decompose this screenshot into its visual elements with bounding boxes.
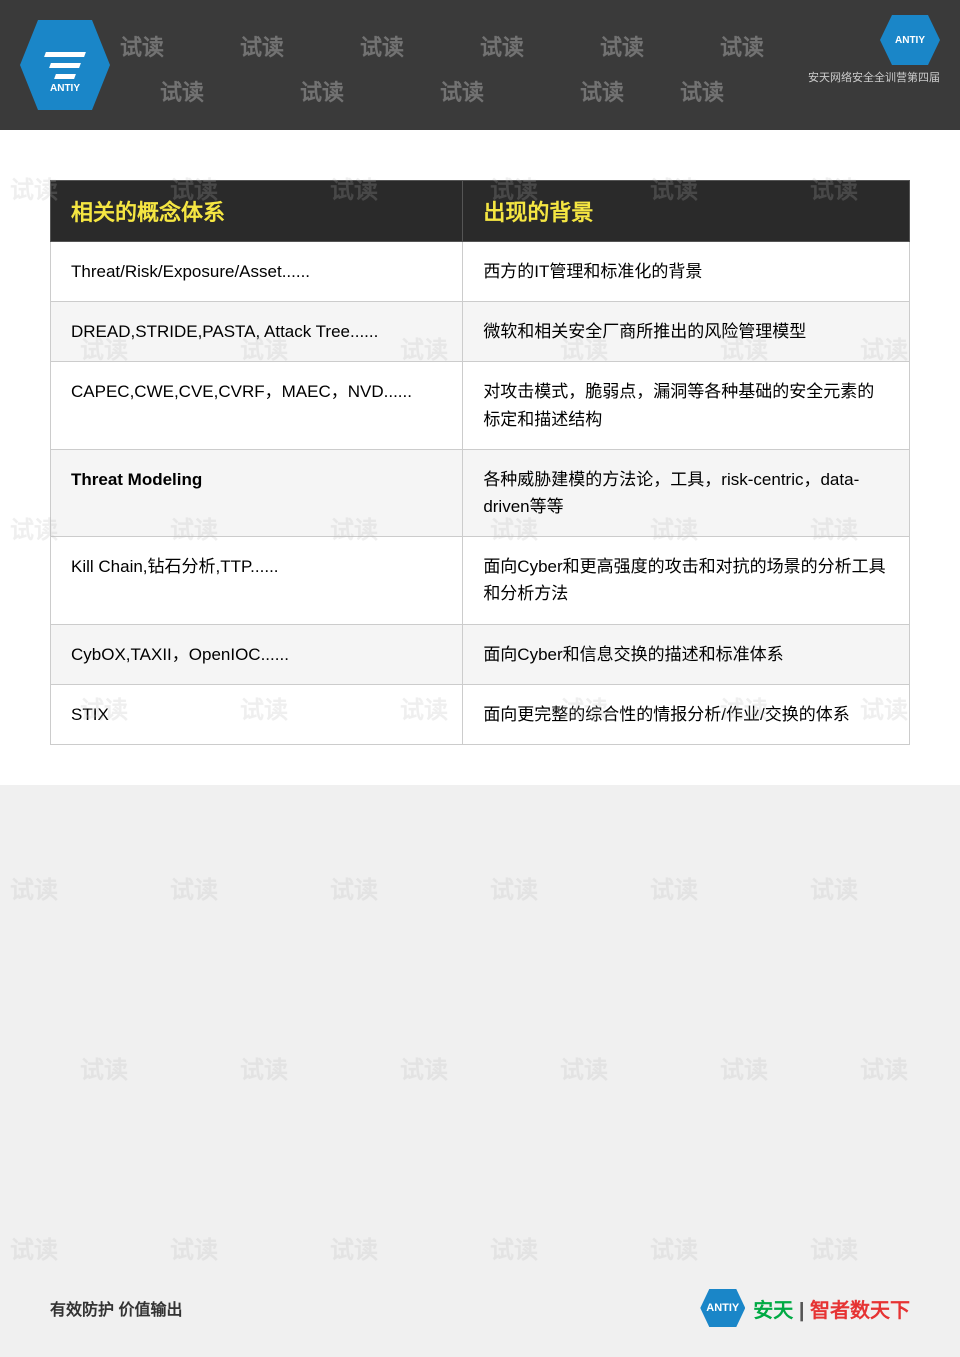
col2-header: 出现的背景 — [463, 181, 910, 242]
table-row: STIX面向更完整的综合性的情报分析/作业/交换的体系 — [51, 684, 910, 744]
table-cell-right: 各种威胁建模的方法论，工具，risk-centric，data-driven等等 — [463, 449, 910, 536]
logo: ANTIY — [20, 20, 110, 110]
table-row: Kill Chain,钻石分析,TTP......面向Cyber和更高强度的攻击… — [51, 537, 910, 624]
main-content: 相关的概念体系 出现的背景 Threat/Risk/Exposure/Asset… — [0, 130, 960, 785]
table-cell-left: STIX — [51, 684, 463, 744]
table-cell-right: 微软和相关安全厂商所推出的风险管理模型 — [463, 302, 910, 362]
table-cell-left: CybOX,TAXII，OpenIOC...... — [51, 624, 463, 684]
top-right-logo: ANTIY 安天网络安全全训营第四届 — [808, 15, 940, 85]
table-cell-left: CAPEC,CWE,CVE,CVRF，MAEC，NVD...... — [51, 362, 463, 449]
footer-brand: 安天 | 智者数天下 — [753, 1294, 910, 1323]
table-cell-right: 西方的IT管理和标准化的背景 — [463, 242, 910, 302]
table-row: Threat Modeling各种威胁建模的方法论，工具，risk-centri… — [51, 449, 910, 536]
table-row: CybOX,TAXII，OpenIOC......面向Cyber和信息交换的描述… — [51, 624, 910, 684]
table-row: CAPEC,CWE,CVE,CVRF，MAEC，NVD......对攻击模式，脆… — [51, 362, 910, 449]
table-cell-right: 面向Cyber和更高强度的攻击和对抗的场景的分析工具和分析方法 — [463, 537, 910, 624]
table-cell-right: 面向更完整的综合性的情报分析/作业/交换的体系 — [463, 684, 910, 744]
col1-header: 相关的概念体系 — [51, 181, 463, 242]
concept-table: 相关的概念体系 出现的背景 Threat/Risk/Exposure/Asset… — [50, 180, 910, 745]
footer: 有效防护 价值输出 ANTIY 安天 | 智者数天下 — [0, 1289, 960, 1327]
table-row: DREAD,STRIDE,PASTA, Attack Tree......微软和… — [51, 302, 910, 362]
header: 试读 试读 试读 试读 试读 试读 试读 试读 试读 试读 试读 ANTIY A… — [0, 0, 960, 130]
footer-logo-hex: ANTIY — [700, 1289, 745, 1327]
top-right-label: 安天网络安全全训营第四届 — [808, 69, 940, 85]
footer-right: ANTIY 安天 | 智者数天下 — [700, 1289, 910, 1327]
table-row: Threat/Risk/Exposure/Asset......西方的IT管理和… — [51, 242, 910, 302]
table-cell-right: 面向Cyber和信息交换的描述和标准体系 — [463, 624, 910, 684]
table-header-row: 相关的概念体系 出现的背景 — [51, 181, 910, 242]
table-cell-left: Kill Chain,钻石分析,TTP...... — [51, 537, 463, 624]
footer-left-text: 有效防护 价值输出 — [50, 1296, 182, 1320]
top-right-icon: ANTIY — [880, 15, 940, 65]
table-cell-left: Threat/Risk/Exposure/Asset...... — [51, 242, 463, 302]
logo-text: ANTIY — [50, 83, 80, 94]
table-cell-left: Threat Modeling — [51, 449, 463, 536]
table-cell-left: DREAD,STRIDE,PASTA, Attack Tree...... — [51, 302, 463, 362]
table-cell-right: 对攻击模式，脆弱点，漏洞等各种基础的安全元素的标定和描述结构 — [463, 362, 910, 449]
